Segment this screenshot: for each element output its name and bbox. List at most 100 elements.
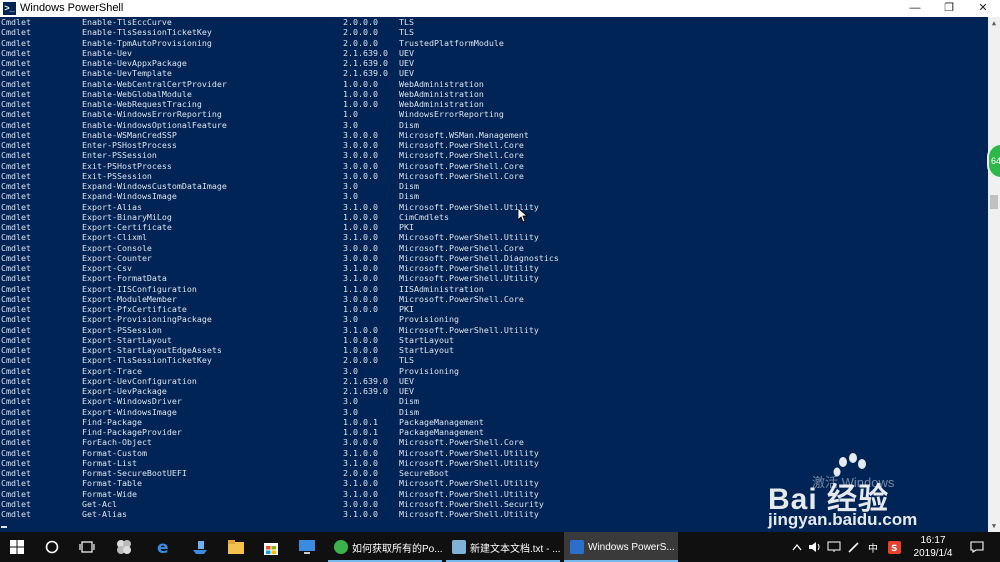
command-source: Microsoft.PowerShell.Utility [399, 263, 539, 273]
console-row: Cmdlet Export-TlsSessionTicketKey 2.0.0.0 T… [0, 355, 988, 365]
clock[interactable]: 16:17 2019/1/4 [908, 534, 958, 560]
taskbar-app-label: 如何获取所有的Po... [352, 543, 442, 555]
command-version: 2.1.639.0 [343, 68, 388, 79]
command-name: Export-Trace [82, 365, 142, 376]
command-type: Cmdlet [1, 263, 31, 273]
command-version: 3.0.0.0 [343, 437, 378, 448]
pen-button[interactable] [845, 532, 861, 562]
vertical-scrollbar[interactable]: ▲ ▼ [988, 17, 1000, 532]
command-name: ForEach-Object [82, 437, 152, 448]
command-source: Microsoft.PowerShell.Utility [399, 232, 539, 243]
command-source: Provisioning [399, 314, 459, 325]
task-view-button[interactable] [70, 532, 104, 562]
pen-icon [848, 542, 859, 553]
command-version: 3.1.0.0 [343, 478, 378, 489]
tray-app-button[interactable]: S [885, 532, 903, 562]
console-row: Cmdlet Enable-WindowsOptionalFeature 3.0 Di… [0, 120, 988, 130]
taskbar-pinned-app[interactable] [107, 532, 141, 562]
cortana-button[interactable] [35, 532, 69, 562]
console-row: Cmdlet Export-UevPackage 2.1.639.0 UEV [0, 386, 988, 396]
window-titlebar[interactable]: >_ Windows PowerShell — ❐ ✕ [0, 0, 1000, 17]
taskbar-store[interactable] [254, 532, 288, 562]
command-type: Cmdlet [1, 365, 31, 376]
taskbar-app-button[interactable]: 新建文本文档.txt - ... [446, 532, 560, 562]
console-row: Cmdlet Find-Package 1.0.0.1 PackageManageme… [0, 417, 988, 427]
command-name: Export-Console [82, 242, 152, 253]
scroll-up-arrow-icon[interactable]: ▲ [988, 17, 1000, 29]
console-row: Cmdlet Export-FormatData 3.1.0.0 Microsoft.… [0, 273, 988, 283]
command-version: 2.1.639.0 [343, 375, 388, 386]
command-source: UEV [399, 58, 414, 68]
command-name: Enter-PSSession [82, 150, 157, 161]
console-row: Cmdlet Export-Csv 3.1.0.0 Microsoft.PowerSh… [0, 263, 988, 273]
taskbar-app-button[interactable]: 如何获取所有的Po... [328, 532, 442, 562]
scroll-down-arrow-icon[interactable]: ▼ [988, 520, 1000, 532]
command-type: Cmdlet [1, 242, 31, 253]
command-source: UEV [399, 68, 414, 79]
command-name: Export-FormatData [82, 273, 167, 284]
close-button[interactable]: ✕ [966, 0, 1000, 17]
taskbar-pinned-app[interactable] [183, 532, 217, 562]
command-name: Enable-WSManCredSSP [82, 129, 177, 140]
command-type: Cmdlet [1, 109, 31, 120]
console-row: Cmdlet Get-Alias 3.1.0.0 Microsoft.PowerShe… [0, 509, 988, 519]
console-row: Cmdlet Expand-WindowsCustomDataImage 3.0 Di… [0, 181, 988, 191]
command-name: Enable-WindowsOptionalFeature [82, 119, 227, 130]
volume-button[interactable] [806, 532, 824, 562]
command-version: 3.0.0.0 [343, 498, 378, 509]
command-name: Export-PfxCertificate [82, 304, 187, 314]
command-type: Cmdlet [1, 88, 31, 99]
minimize-button[interactable]: — [898, 0, 932, 17]
command-version: 3.1.0.0 [343, 324, 378, 335]
command-type: Cmdlet [1, 355, 31, 366]
taskbar-app-button[interactable]: Windows PowerS... [564, 532, 678, 562]
console-output[interactable]: Cmdlet Enable-TlsEccCurve 2.0.0.0 TLS Cmdlet… [0, 17, 988, 532]
flower-app-icon [117, 540, 131, 554]
console-row: Cmdlet Enter-PSSession 3.0.0.0 Microsoft.Po… [0, 150, 988, 160]
start-button[interactable] [0, 532, 34, 562]
taskbar-edge[interactable]: e [147, 532, 181, 562]
console-row: Cmdlet Export-StartLayoutEdgeAssets 1.0.0.… [0, 345, 988, 355]
text-cursor [1, 526, 7, 528]
command-name: Export-UevPackage [82, 386, 167, 396]
input-language[interactable]: 中 [864, 532, 882, 562]
monitor-app-icon [299, 540, 315, 554]
command-type: Cmdlet [1, 324, 31, 335]
svg-text:S: S [891, 544, 897, 554]
console-row: Cmdlet Enable-Uev 2.1.639.0 UEV [0, 48, 988, 58]
command-version: 1.0.0.0 [343, 304, 378, 314]
console-row: Cmdlet Format-Wide 3.1.0.0 Microsoft.PowerS… [0, 489, 988, 499]
command-version: 1.0 [343, 109, 358, 120]
command-source: Dism [399, 396, 419, 407]
tray-overflow-button[interactable] [790, 532, 804, 562]
action-center-button[interactable] [965, 532, 989, 562]
command-type: Cmdlet [1, 345, 31, 355]
command-type: Cmdlet [1, 211, 31, 222]
taskbar-app-label: 新建文本文档.txt - ... [470, 543, 560, 555]
command-source: UEV [399, 386, 414, 396]
command-source: Microsoft.PowerShell.Utility [399, 488, 539, 499]
command-type: Cmdlet [1, 273, 31, 284]
powershell-icon: >_ [3, 2, 16, 15]
maximize-button[interactable]: ❐ [932, 0, 966, 17]
command-name: Enable-TlsSessionTicketKey [82, 27, 212, 38]
command-source: WebAdministration [399, 88, 484, 99]
console-row: Cmdlet Enable-WebGlobalModule 1.0.0.0 WebAd… [0, 89, 988, 99]
command-source: Microsoft.PowerShell.Utility [399, 447, 539, 458]
command-type: Cmdlet [1, 334, 31, 345]
scrollbar-thumb[interactable] [990, 195, 998, 209]
command-source: Microsoft.PowerShell.Core [399, 140, 524, 150]
task-view-icon [79, 541, 95, 553]
command-type: Cmdlet [1, 47, 31, 58]
command-version: 2.1.639.0 [343, 386, 388, 396]
command-name: Enter-PSHostProcess [82, 140, 177, 150]
console-row: Cmdlet Export-Console 3.0.0.0 Microsoft.Pow… [0, 243, 988, 253]
taskbar-file-explorer[interactable] [219, 532, 253, 562]
command-type: Cmdlet [1, 17, 31, 27]
command-type: Cmdlet [1, 78, 31, 89]
network-button[interactable] [826, 532, 842, 562]
command-name: Enable-UevAppxPackage [82, 58, 187, 68]
command-source: UEV [399, 47, 414, 58]
taskbar-pinned-app[interactable] [290, 532, 324, 562]
console-row: Cmdlet Enable-UevAppxPackage 2.1.639.0 UEV [0, 58, 988, 68]
